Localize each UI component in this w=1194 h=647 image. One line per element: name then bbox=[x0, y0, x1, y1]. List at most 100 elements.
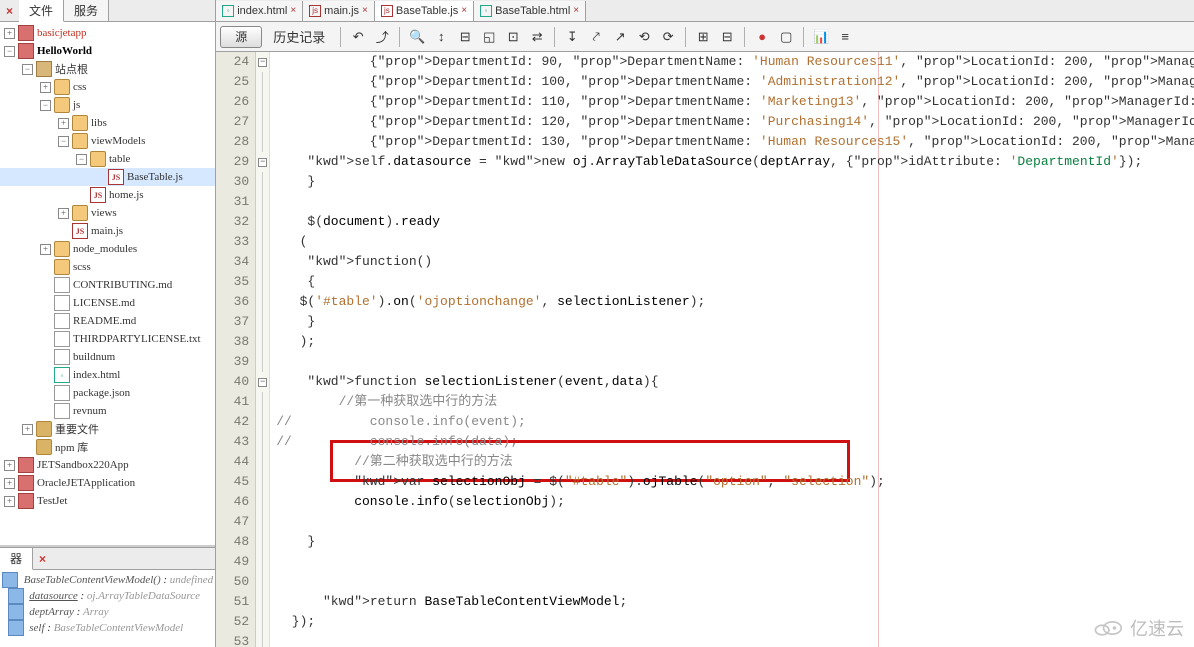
file-icon bbox=[54, 295, 70, 311]
nav-back-icon[interactable]: ↶ bbox=[347, 26, 369, 48]
tree-basetable-js[interactable]: BaseTable.js bbox=[127, 171, 183, 183]
outline-self[interactable]: self bbox=[29, 622, 44, 634]
outline-vm[interactable]: BaseTableContentViewModel() bbox=[24, 574, 161, 586]
shift-icon[interactable]: ⇄ bbox=[526, 26, 548, 48]
html-file-icon: ◦ bbox=[54, 367, 70, 383]
diff-icon[interactable]: ↕ bbox=[430, 26, 452, 48]
source-button[interactable]: 源 bbox=[220, 26, 262, 48]
folder-icon bbox=[72, 133, 88, 149]
close-icon[interactable]: × bbox=[362, 5, 368, 16]
expand-icon[interactable]: + bbox=[22, 424, 33, 435]
history-button[interactable]: 历史记录 bbox=[264, 26, 334, 48]
collapse-icon[interactable]: ⊟ bbox=[716, 26, 738, 48]
indent-icon[interactable]: ⤤ bbox=[585, 26, 607, 48]
folder-icon bbox=[72, 205, 88, 221]
editor-tab-main[interactable]: jsmain.js× bbox=[303, 1, 375, 21]
close-icon[interactable]: × bbox=[33, 552, 52, 566]
separator bbox=[399, 27, 400, 47]
tree-readme[interactable]: README.md bbox=[73, 315, 136, 327]
tree-thirdparty[interactable]: THIRDPARTYLICENSE.txt bbox=[73, 333, 201, 345]
stop-icon[interactable]: ▢ bbox=[775, 26, 797, 48]
tree-libs[interactable]: libs bbox=[91, 117, 107, 129]
expand-icon[interactable]: − bbox=[76, 154, 87, 165]
project-testjet[interactable]: TestJet bbox=[37, 495, 67, 507]
navigator-outline[interactable]: BaseTableContentViewModel() : undefined … bbox=[0, 570, 215, 638]
expand-icon[interactable]: ⊞ bbox=[692, 26, 714, 48]
npm-lib-icon bbox=[36, 439, 52, 455]
outline-deptarray[interactable]: deptArray bbox=[29, 606, 74, 618]
expand-icon[interactable]: + bbox=[4, 460, 15, 471]
project-jetsandbox[interactable]: JETSandbox220App bbox=[37, 459, 129, 471]
folder-icon bbox=[90, 151, 106, 167]
expand-icon[interactable]: − bbox=[22, 64, 33, 75]
outline-datasource[interactable]: datasource bbox=[29, 590, 77, 602]
code-editor[interactable]: 2425262728293031323334353637383940414243… bbox=[216, 52, 1194, 647]
tree-npm-lib[interactable]: npm 库 bbox=[55, 439, 88, 455]
tree-license[interactable]: LICENSE.md bbox=[73, 297, 135, 309]
record-icon[interactable]: ● bbox=[751, 26, 773, 48]
close-icon[interactable]: × bbox=[0, 4, 19, 18]
expand-icon[interactable]: − bbox=[4, 46, 15, 57]
list-icon[interactable]: ≡ bbox=[834, 26, 856, 48]
tree-revnum[interactable]: revnum bbox=[73, 405, 107, 417]
tree-home-js[interactable]: home.js bbox=[109, 189, 144, 201]
expand-icon[interactable]: + bbox=[58, 208, 69, 219]
tree-buildnum[interactable]: buildnum bbox=[73, 351, 115, 363]
close-icon[interactable]: × bbox=[290, 5, 296, 16]
project-icon bbox=[18, 43, 34, 59]
tree-js[interactable]: js bbox=[73, 99, 80, 111]
fold-column[interactable]: −−− bbox=[256, 52, 270, 647]
code-area[interactable]: {"prop">DepartmentId: 90, "prop">Departm… bbox=[270, 52, 1194, 647]
tree-contributing[interactable]: CONTRIBUTING.md bbox=[73, 279, 172, 291]
tab-service[interactable]: 服务 bbox=[64, 0, 109, 21]
format-icon[interactable]: ◱ bbox=[478, 26, 500, 48]
jump-icon[interactable]: ↗ bbox=[609, 26, 631, 48]
editor-tab-basetable-html[interactable]: ◦BaseTable.html× bbox=[474, 1, 586, 21]
tree-node-modules[interactable]: node_modules bbox=[73, 243, 137, 255]
project-helloworld[interactable]: HelloWorld bbox=[37, 45, 92, 57]
js-file-icon: js bbox=[381, 5, 393, 17]
expand-icon[interactable]: + bbox=[40, 244, 51, 255]
close-icon[interactable]: × bbox=[573, 5, 579, 16]
separator bbox=[554, 27, 555, 47]
tree-viewmodels[interactable]: viewModels bbox=[91, 135, 145, 147]
tree-important-files[interactable]: 重要文件 bbox=[55, 421, 99, 437]
project-tree[interactable]: +basicjetapp −HelloWorld −站点根 +css −js +… bbox=[0, 22, 215, 545]
editor-tab-index[interactable]: ◦index.html× bbox=[216, 1, 303, 21]
tree-main-js[interactable]: main.js bbox=[91, 225, 123, 237]
find-icon[interactable]: 🔍 bbox=[406, 26, 428, 48]
chart-icon[interactable]: 📊 bbox=[810, 26, 832, 48]
expand-icon[interactable]: + bbox=[4, 28, 15, 39]
wrap-icon[interactable]: ⊡ bbox=[502, 26, 524, 48]
tree-table[interactable]: table bbox=[109, 153, 130, 165]
tree-scss[interactable]: scss bbox=[73, 261, 91, 273]
expand-icon[interactable]: + bbox=[4, 496, 15, 507]
editor-tab-basetable-js[interactable]: jsBaseTable.js× bbox=[375, 1, 474, 21]
expand-icon[interactable]: + bbox=[58, 118, 69, 129]
close-icon[interactable]: × bbox=[461, 5, 467, 16]
expand-icon[interactable]: + bbox=[40, 82, 51, 93]
file-icon bbox=[54, 403, 70, 419]
project-oraclejet[interactable]: OracleJETApplication bbox=[37, 477, 135, 489]
project-basicjetapp[interactable]: basicjetapp bbox=[37, 27, 86, 39]
expand-icon[interactable]: − bbox=[58, 136, 69, 147]
tree-package-json[interactable]: package.json bbox=[73, 387, 130, 399]
tab-file[interactable]: 文件 bbox=[19, 0, 64, 22]
tree-index-html[interactable]: index.html bbox=[73, 369, 120, 381]
left-panel: × 文件 服务 +basicjetapp −HelloWorld −站点根 +c… bbox=[0, 0, 216, 647]
tab-navigator[interactable]: 器 bbox=[0, 548, 33, 570]
redo-icon[interactable]: ⟳ bbox=[657, 26, 679, 48]
expand-icon[interactable]: − bbox=[40, 100, 51, 111]
nav-fwd-icon[interactable]: ⤴ bbox=[371, 26, 393, 48]
file-icon bbox=[54, 385, 70, 401]
dedent-icon[interactable]: ↧ bbox=[561, 26, 583, 48]
tree-css[interactable]: css bbox=[73, 81, 86, 93]
toggle-icon[interactable]: ⊟ bbox=[454, 26, 476, 48]
separator bbox=[744, 27, 745, 47]
tree-views[interactable]: views bbox=[91, 207, 117, 219]
undo-icon[interactable]: ⟲ bbox=[633, 26, 655, 48]
expand-icon[interactable]: + bbox=[4, 478, 15, 489]
tree-site-root[interactable]: 站点根 bbox=[55, 61, 88, 77]
file-icon bbox=[54, 349, 70, 365]
project-tabstrip: × 文件 服务 bbox=[0, 0, 215, 22]
